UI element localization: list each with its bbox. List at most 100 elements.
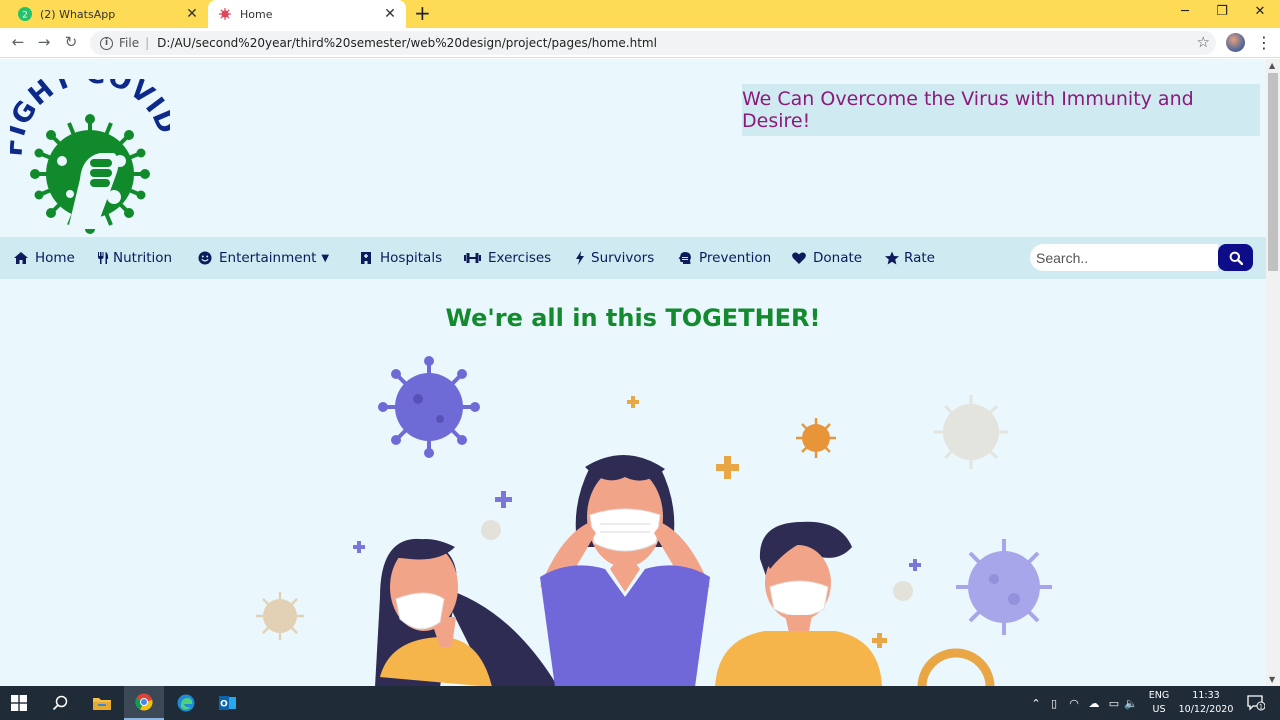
- clock-time: 11:33: [1192, 690, 1220, 701]
- nav-item-hospitals[interactable]: Hospitals: [358, 237, 442, 279]
- edge-taskbar-button[interactable]: [166, 686, 206, 720]
- nav-label: Nutrition: [113, 250, 173, 266]
- scrollbar-thumb[interactable]: [1268, 73, 1278, 271]
- action-center-button[interactable]: 1: [1240, 686, 1272, 720]
- virus-favicon-icon: [219, 8, 231, 20]
- hospital-icon: [361, 252, 371, 264]
- reload-icon[interactable]: ↻: [61, 33, 81, 51]
- region-code: US: [1152, 704, 1166, 715]
- new-tab-button[interactable]: +: [414, 3, 431, 23]
- nav-item-nutrition[interactable]: Nutrition: [97, 237, 172, 279]
- nav-item-home[interactable]: Home: [13, 237, 75, 279]
- virus-purple-icon: [378, 356, 480, 458]
- svg-text:O: O: [220, 700, 228, 710]
- search-icon: [52, 695, 68, 711]
- bolt-icon: [576, 251, 584, 265]
- person-center: [540, 454, 710, 686]
- nav-item-prevention[interactable]: Prevention: [677, 237, 771, 279]
- chrome-taskbar-button[interactable]: [124, 686, 164, 720]
- battery-icon[interactable]: ▭: [1105, 697, 1123, 710]
- star-icon: [885, 251, 899, 265]
- close-window-icon[interactable]: ✕: [1250, 4, 1270, 19]
- show-hidden-icons-icon[interactable]: ⌃: [1029, 697, 1043, 710]
- browser-menu-icon[interactable]: ⋮: [1256, 33, 1272, 52]
- smile-icon: [198, 251, 212, 265]
- chevron-down-icon: ▼: [321, 252, 330, 264]
- forward-icon[interactable]: →: [34, 33, 54, 51]
- volume-icon[interactable]: 🔈: [1123, 697, 1139, 710]
- nav-item-entertainment[interactable]: Entertainment ▼: [197, 237, 329, 279]
- site-info-icon[interactable]: i: [100, 36, 113, 50]
- person-left: [375, 538, 558, 686]
- restore-icon[interactable]: ❐: [1212, 4, 1232, 19]
- nav-item-rate[interactable]: Rate: [884, 237, 935, 279]
- scheme-label: File: [119, 36, 140, 50]
- tab-badge-count: 2: [22, 11, 28, 21]
- virus-lavender-icon: [956, 539, 1052, 635]
- nav-label: Hospitals: [380, 250, 443, 266]
- close-tab-icon[interactable]: ✕: [380, 6, 400, 22]
- bookmark-star-icon[interactable]: ☆: [1197, 33, 1210, 51]
- minimize-icon[interactable]: ─: [1175, 4, 1195, 19]
- notifications-icon: 1: [1247, 695, 1265, 711]
- virus-orange-icon: [796, 418, 836, 458]
- tab-label: (2) WhatsApp: [40, 7, 116, 21]
- folder-icon: [93, 698, 111, 710]
- slogan-banner: We Can Overcome the Virus with Immunity …: [742, 84, 1260, 136]
- taskbar-search-button[interactable]: [40, 686, 80, 720]
- onedrive-icon[interactable]: ☁: [1083, 697, 1105, 710]
- tab-whatsapp[interactable]: 2 (2) WhatsApp ✕: [8, 0, 208, 28]
- page-headline: We're all in this TOGETHER!: [445, 304, 821, 332]
- language-indicator[interactable]: ENG US: [1145, 689, 1173, 717]
- fight-covid-logo: FIGHT COVID: [10, 79, 170, 234]
- nav-label: Survivors: [591, 250, 655, 266]
- back-icon[interactable]: ←: [8, 33, 28, 51]
- windows-logo-icon: [11, 695, 27, 711]
- dumbbell-icon: [464, 253, 481, 263]
- notification-count: 1: [1259, 703, 1263, 711]
- head-mask-icon: [678, 252, 691, 264]
- chrome-icon: [135, 693, 153, 711]
- nav-item-exercises[interactable]: Exercises: [463, 237, 551, 279]
- page-scrollbar[interactable]: ▲ ▼: [1266, 59, 1280, 686]
- file-explorer-button[interactable]: [82, 686, 122, 720]
- browser-tab-strip: 2 (2) WhatsApp ✕ Home ✕ + ─ ❐ ✕: [0, 0, 1280, 28]
- search-input[interactable]: [1030, 244, 1218, 271]
- clock-date: 10/12/2020: [1178, 704, 1234, 715]
- device-icon[interactable]: ▯: [1043, 697, 1065, 710]
- scroll-down-icon[interactable]: ▼: [1269, 675, 1275, 684]
- web-page: FIGHT COVID: [0, 59, 1266, 686]
- close-tab-icon[interactable]: ✕: [182, 6, 202, 22]
- address-separator: |: [145, 36, 150, 50]
- nav-label: Exercises: [488, 250, 552, 266]
- outlook-icon: O: [219, 696, 236, 710]
- outlook-taskbar-button[interactable]: O: [208, 686, 248, 720]
- whatsapp-icon: 2: [18, 7, 32, 21]
- nav-label: Donate: [813, 250, 863, 266]
- masked-people-illustration: [256, 356, 1052, 686]
- edge-icon: [177, 694, 195, 712]
- heart-icon: [792, 252, 806, 264]
- system-tray: ⌃ ▯ ◠ ☁ ▭ 🔈: [1029, 686, 1139, 720]
- orange-ring-decoration: [917, 648, 995, 686]
- nav-item-donate[interactable]: Donate: [791, 237, 862, 279]
- nav-item-survivors[interactable]: Survivors: [575, 237, 654, 279]
- tab-label: Home: [240, 7, 273, 21]
- nav-label: Entertainment: [219, 250, 317, 266]
- profile-avatar[interactable]: [1226, 33, 1245, 52]
- url-text[interactable]: D:/AU/second%20year/third%20semester/web…: [157, 36, 657, 50]
- home-icon: [14, 252, 28, 264]
- search-button[interactable]: [1218, 244, 1253, 271]
- windows-taskbar: O ⌃ ▯ ◠ ☁ ▭ 🔈 ENG US 11:33 10/12/2020 1: [0, 686, 1280, 720]
- search-icon: [1229, 251, 1243, 265]
- clock[interactable]: 11:33 10/12/2020: [1176, 689, 1236, 717]
- nav-label: Home: [35, 250, 75, 266]
- virus-faint-icon: [934, 395, 1008, 469]
- virus-beige-icon: [256, 592, 304, 640]
- scroll-up-icon[interactable]: ▲: [1269, 61, 1275, 70]
- wifi-icon[interactable]: ◠: [1065, 697, 1083, 710]
- address-bar[interactable]: i File | D:/AU/second%20year/third%20sem…: [90, 31, 1216, 55]
- start-button[interactable]: [0, 686, 38, 720]
- nav-label: Prevention: [699, 250, 772, 266]
- tab-home[interactable]: Home ✕: [208, 0, 406, 28]
